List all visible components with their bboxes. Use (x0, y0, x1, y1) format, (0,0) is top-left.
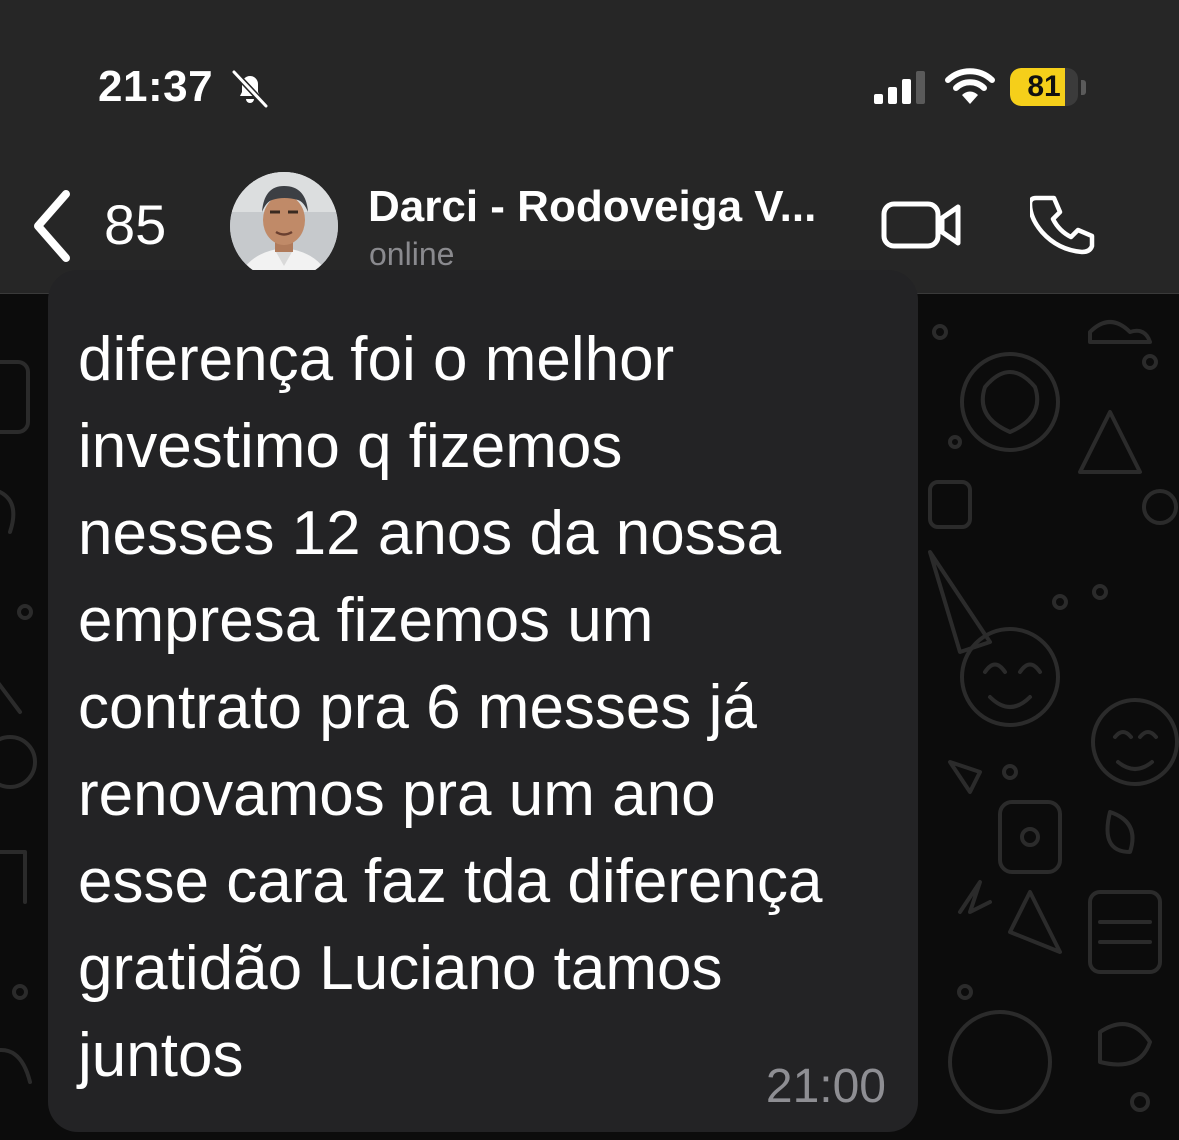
status-time: 21:37 (98, 62, 214, 111)
message-bubble[interactable]: diferença foi o melhor investimo q fizem… (48, 270, 918, 1132)
message-timestamp: 21:00 (765, 1060, 886, 1113)
wifi-icon (945, 68, 995, 104)
battery-indicator: 81 (1010, 68, 1078, 106)
message-text: diferença foi o melhor investimo q fizem… (78, 316, 908, 1099)
message-line: esse cara faz tda diferença (78, 847, 823, 916)
top-bar: 21:37 81 85 Darci - Rodoveiga V... onlin… (0, 0, 1179, 294)
chevron-left-icon (34, 190, 70, 262)
bell-slash-icon (231, 69, 269, 109)
video-camera-icon[interactable] (880, 196, 964, 254)
chat-screen: 21:37 81 85 Darci - Rodoveiga V... onlin… (0, 0, 1179, 1140)
message-line: gratidão Luciano tamos (78, 934, 723, 1003)
unread-count: 85 (104, 193, 167, 256)
message-line: investimo q fizemos (78, 412, 623, 481)
message-line: diferença foi o melhor (78, 325, 675, 394)
battery-tip (1081, 80, 1086, 95)
message-line: nesses 12 anos da nossa (78, 499, 782, 568)
message-line: contrato pra 6 messes já (78, 673, 757, 742)
message-line: renovamos pra um ano (78, 760, 716, 829)
contact-name[interactable]: Darci - Rodoveiga V... (368, 182, 858, 232)
message-line: empresa fizemos um (78, 586, 654, 655)
contact-avatar[interactable] (230, 172, 338, 280)
cellular-signal-icon (874, 71, 925, 104)
phone-icon[interactable] (1030, 192, 1100, 258)
back-button[interactable]: 85 (22, 180, 192, 270)
contact-status: online (369, 236, 455, 272)
battery-level: 81 (1027, 70, 1061, 103)
